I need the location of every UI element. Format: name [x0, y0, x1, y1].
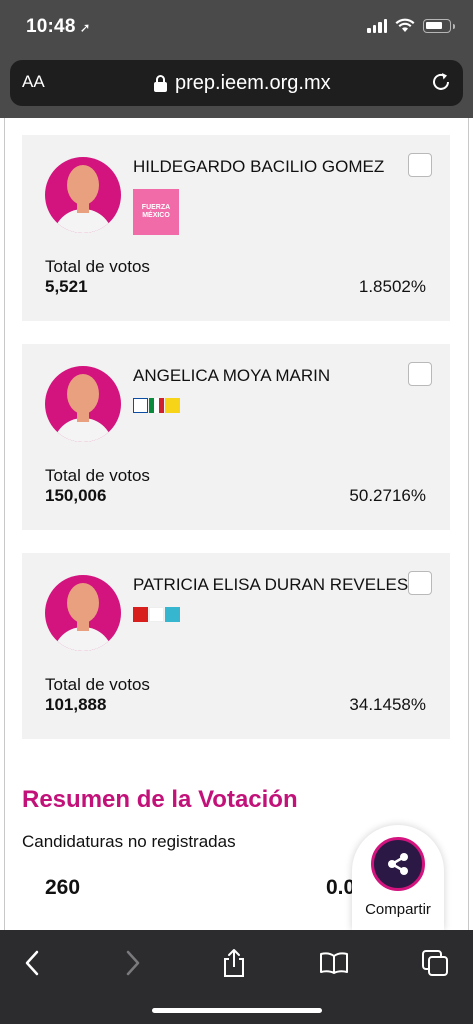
- candidate-avatar: [45, 157, 121, 233]
- nueva-alianza-logo: [165, 607, 180, 622]
- candidate-name: ANGELICA MOYA MARIN: [133, 366, 331, 385]
- candidate-checkbox[interactable]: [408, 362, 432, 386]
- votes-percent: 1.8502%: [358, 277, 426, 296]
- location-arrow-icon: ➚: [79, 20, 91, 35]
- tabs-icon: [422, 950, 448, 976]
- candidate-card: ANGELICA MOYA MARIN Total de votos 150,0…: [22, 344, 450, 530]
- candidate-checkbox[interactable]: [408, 571, 432, 595]
- back-icon: [25, 950, 39, 976]
- status-bar: 10:48 ➚: [0, 0, 473, 56]
- share-label: Compartir: [365, 901, 431, 918]
- status-icons: [367, 18, 455, 33]
- morena-logo: [149, 607, 164, 622]
- page-border-left: [4, 118, 5, 930]
- summary-percent: 0.0: [326, 876, 356, 899]
- votes-label: Total de votos: [45, 675, 150, 694]
- wifi-icon: [395, 18, 415, 32]
- summary-value: 260: [45, 876, 81, 899]
- status-time: 10:48 ➚: [26, 16, 91, 38]
- party-logo-text-line1: FUERZA: [141, 203, 171, 211]
- bookmarks-button[interactable]: [314, 946, 354, 980]
- share-circle[interactable]: [371, 837, 425, 891]
- browser-chrome: 10:48 ➚ AA prep.ieem.org.mx: [0, 0, 473, 118]
- candidate-avatar: [45, 366, 121, 442]
- pt-logo: [133, 607, 148, 622]
- summary-title: Resumen de la Votación: [22, 786, 298, 813]
- candidate-card: HILDEGARDO BACILIO GOMEZ FUERZA MÉXICO T…: [22, 135, 450, 321]
- share-nodes-icon: [388, 853, 408, 875]
- battery-icon: [423, 18, 455, 33]
- votes-label: Total de votos: [45, 257, 150, 276]
- address-bar[interactable]: AA prep.ieem.org.mx: [10, 60, 463, 106]
- party-logos: [133, 607, 180, 622]
- back-button[interactable]: [12, 946, 52, 980]
- votes-count: 101,888: [45, 695, 107, 714]
- votes-percent: 34.1458%: [349, 695, 426, 714]
- candidate-name: PATRICIA ELISA DURAN REVELES: [133, 575, 409, 594]
- text-size-button[interactable]: AA: [22, 72, 45, 92]
- candidate-name: HILDEGARDO BACILIO GOMEZ: [133, 157, 385, 176]
- lock-icon: [154, 75, 167, 92]
- home-indicator: [152, 1008, 322, 1013]
- share-icon: [224, 949, 244, 977]
- url-field[interactable]: prep.ieem.org.mx: [154, 72, 331, 95]
- page-content[interactable]: HILDEGARDO BACILIO GOMEZ FUERZA MÉXICO T…: [0, 118, 473, 930]
- votes-count: 5,521: [45, 277, 88, 296]
- share-toolbar-button[interactable]: [214, 946, 254, 980]
- forward-button[interactable]: [113, 946, 153, 980]
- party-logo-text-line2: MÉXICO: [142, 212, 170, 219]
- share-button[interactable]: Compartir: [352, 825, 444, 930]
- forward-icon: [126, 950, 140, 976]
- candidate-avatar: [45, 575, 121, 651]
- pan-logo: [133, 398, 148, 413]
- summary-subtitle: Candidaturas no registradas: [22, 832, 236, 851]
- page-border-right: [468, 118, 469, 930]
- signal-icon: [367, 18, 387, 33]
- tabs-button[interactable]: [415, 946, 455, 980]
- candidate-card: PATRICIA ELISA DURAN REVELES Total de vo…: [22, 553, 450, 739]
- party-logos: [133, 398, 180, 413]
- fuerza-mexico-logo: FUERZA MÉXICO: [133, 189, 179, 235]
- votes-label: Total de votos: [45, 466, 150, 485]
- status-time-text: 10:48: [26, 16, 76, 37]
- candidate-checkbox[interactable]: [408, 153, 432, 177]
- url-text: prep.ieem.org.mx: [175, 72, 331, 94]
- reload-icon[interactable]: [429, 70, 453, 94]
- votes-count: 150,006: [45, 486, 107, 505]
- pri-logo: [149, 398, 164, 413]
- bookmarks-icon: [320, 952, 348, 974]
- votes-percent: 50.2716%: [349, 486, 426, 505]
- prd-logo: [165, 398, 180, 413]
